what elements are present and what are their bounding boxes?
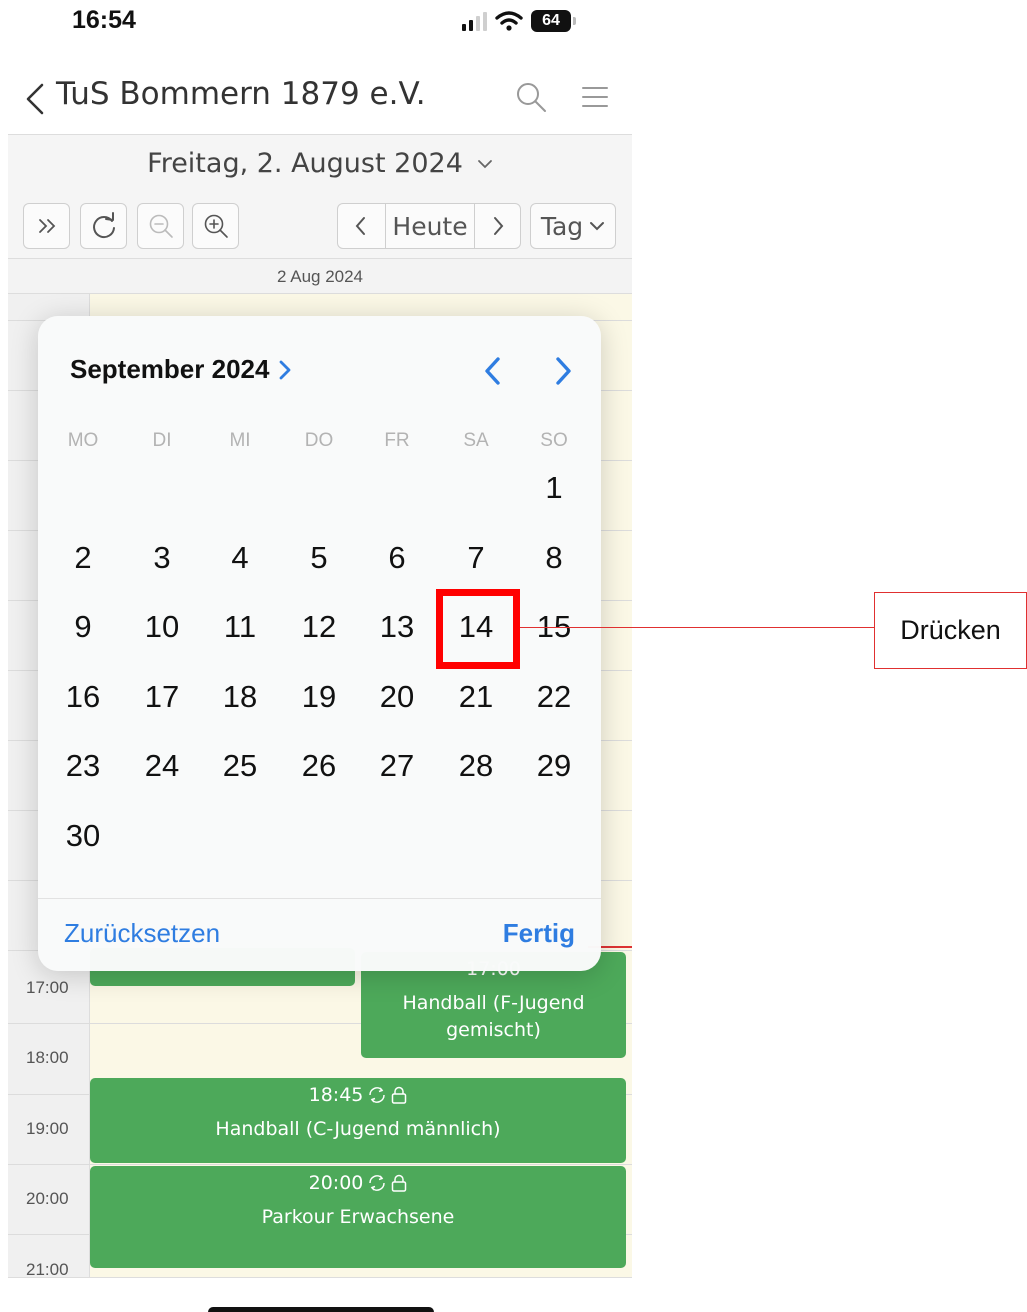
previous-month-icon[interactable] xyxy=(478,354,506,388)
day-7[interactable]: 7 xyxy=(441,528,511,588)
day-30[interactable]: 30 xyxy=(48,806,118,866)
weekday-label: MI xyxy=(229,430,251,451)
done-button[interactable]: Fertig xyxy=(503,918,575,949)
hour-label: 20:00 xyxy=(26,1189,69,1208)
event-time: 20:00 xyxy=(308,1172,364,1194)
day-4[interactable]: 4 xyxy=(205,528,275,588)
today-button[interactable]: Heute xyxy=(386,203,474,249)
picker-divider xyxy=(38,898,601,899)
hour-label: 19:00 xyxy=(26,1119,69,1138)
next-month-icon[interactable] xyxy=(550,354,578,388)
app-header: TuS Bommern 1879 e.V. xyxy=(8,62,632,134)
wifi-icon xyxy=(495,11,523,31)
next-day-button[interactable] xyxy=(474,203,521,249)
event-title: Handball (C-Jugend männlich) xyxy=(215,1118,501,1140)
day-3[interactable]: 3 xyxy=(127,528,197,588)
hour-label: 21:00 xyxy=(26,1260,69,1278)
day-6[interactable]: 6 xyxy=(362,528,432,588)
calendar-event[interactable]: 18:45 Handball (C-Jugend männlich) xyxy=(90,1078,626,1163)
day-22[interactable]: 22 xyxy=(519,667,589,727)
day-18[interactable]: 18 xyxy=(205,667,275,727)
day-5[interactable]: 5 xyxy=(284,528,354,588)
month-year-button[interactable]: September 2024 xyxy=(70,354,291,385)
day-2[interactable]: 2 xyxy=(48,528,118,588)
zoom-out-icon xyxy=(149,214,173,238)
day-17[interactable]: 17 xyxy=(127,667,197,727)
hour-line xyxy=(8,1164,632,1165)
lock-icon xyxy=(392,1174,407,1192)
previous-day-button[interactable] xyxy=(337,203,385,249)
event-title: Handball (F-Jugend gemischt) xyxy=(402,992,585,1041)
zoom-in-button[interactable] xyxy=(192,203,239,249)
calendar-toolbar: Heute Tag xyxy=(8,192,632,258)
callout-line xyxy=(520,627,874,628)
battery-level: 64 xyxy=(542,12,560,29)
reset-button[interactable]: Zurücksetzen xyxy=(64,918,220,949)
hour-label: 17:00 xyxy=(26,978,69,997)
chevron-right-icon xyxy=(493,217,503,235)
status-time: 16:54 xyxy=(72,6,136,34)
hour-label: 18:00 xyxy=(26,1048,69,1067)
collapse-sidebar-button[interactable] xyxy=(23,203,70,249)
weekday-label: SA xyxy=(463,430,489,451)
cellular-signal-icon xyxy=(462,11,487,31)
day-20[interactable]: 20 xyxy=(362,667,432,727)
day-9[interactable]: 9 xyxy=(48,597,118,657)
day-8[interactable]: 8 xyxy=(519,528,589,588)
day-27[interactable]: 27 xyxy=(362,736,432,796)
day-13[interactable]: 13 xyxy=(362,597,432,657)
day-21[interactable]: 21 xyxy=(441,667,511,727)
day-25[interactable]: 25 xyxy=(205,736,275,796)
chevron-down-icon xyxy=(590,222,605,231)
weekday-label: MO xyxy=(67,430,99,451)
back-chevron-icon[interactable] xyxy=(22,82,50,116)
double-chevron-right-icon xyxy=(38,219,55,233)
search-icon[interactable] xyxy=(514,80,548,114)
page-title: TuS Bommern 1879 e.V. xyxy=(56,76,426,112)
callout-label: Drücken xyxy=(874,592,1027,669)
view-select-button[interactable]: Tag xyxy=(530,203,616,249)
lock-icon xyxy=(392,1086,407,1104)
chevron-left-icon xyxy=(355,217,365,235)
menu-icon[interactable] xyxy=(580,82,610,112)
event-title: Parkour Erwachsene xyxy=(261,1206,455,1228)
date-selector[interactable]: Freitag, 2. August 2024 xyxy=(8,134,632,192)
day-10[interactable]: 10 xyxy=(127,597,197,657)
day-24[interactable]: 24 xyxy=(127,736,197,796)
zoom-out-button[interactable] xyxy=(137,203,184,249)
month-year-label: September 2024 xyxy=(70,354,270,384)
highlight-box xyxy=(436,589,520,669)
calendar-event[interactable]: 20:00 Parkour Erwachsene xyxy=(90,1166,626,1268)
home-indicator xyxy=(208,1307,434,1312)
weekday-label: FR xyxy=(384,430,410,451)
chevron-down-icon xyxy=(477,159,492,168)
day-23[interactable]: 23 xyxy=(48,736,118,796)
battery-icon: 64 xyxy=(531,10,576,32)
day-19[interactable]: 19 xyxy=(284,667,354,727)
day-1[interactable]: 1 xyxy=(519,458,589,518)
status-icons: 64 xyxy=(462,8,576,34)
view-select-label: Tag xyxy=(540,211,584,241)
day-11[interactable]: 11 xyxy=(205,597,275,657)
recurring-icon xyxy=(369,1175,386,1191)
day-26[interactable]: 26 xyxy=(284,736,354,796)
recurring-icon xyxy=(369,1087,386,1103)
weekday-label: SO xyxy=(540,430,568,451)
chevron-right-icon xyxy=(280,360,291,379)
event-time: 18:45 xyxy=(308,1084,364,1106)
day-12[interactable]: 12 xyxy=(284,597,354,657)
refresh-icon xyxy=(92,212,115,239)
day-16[interactable]: 16 xyxy=(48,667,118,727)
weekday-label: DI xyxy=(152,430,172,451)
calendar-date-header: 2 Aug 2024 xyxy=(8,258,632,294)
zoom-in-icon xyxy=(204,214,228,238)
day-28[interactable]: 28 xyxy=(441,736,511,796)
day-29[interactable]: 29 xyxy=(519,736,589,796)
refresh-button[interactable] xyxy=(80,203,127,249)
current-day-title: Freitag, 2. August 2024 xyxy=(147,148,463,179)
weekday-label: DO xyxy=(304,430,334,451)
